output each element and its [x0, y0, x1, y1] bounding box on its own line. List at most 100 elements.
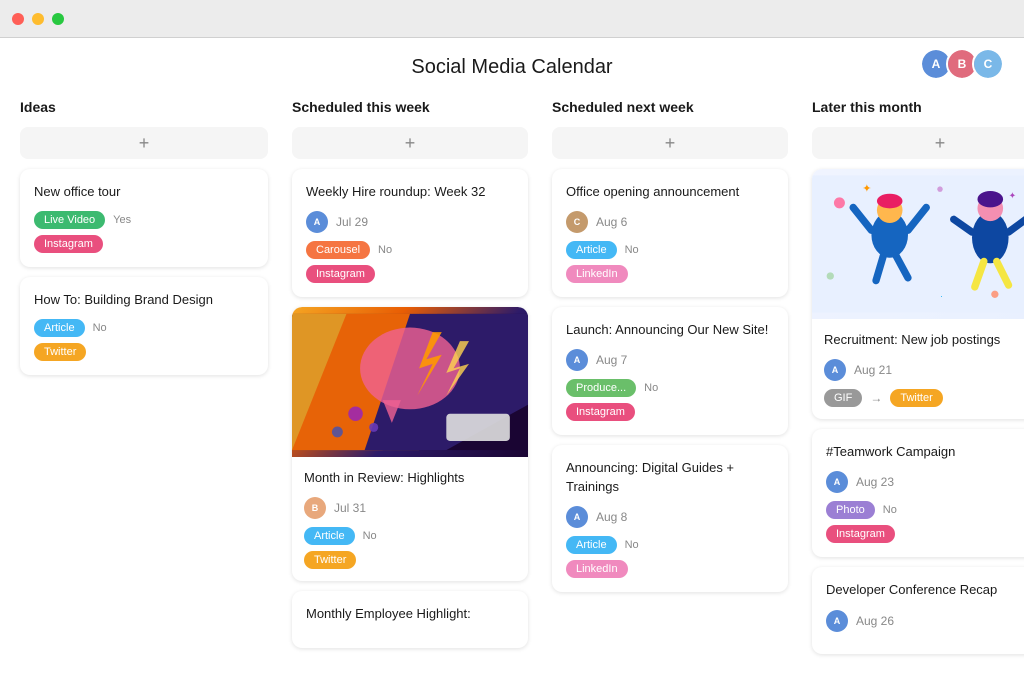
tag-article[interactable]: Article — [34, 319, 85, 337]
card-meta: A Aug 21 — [824, 359, 1024, 381]
card-date: Aug 8 — [596, 510, 627, 524]
minimize-button[interactable] — [32, 13, 44, 25]
card-date: Aug 6 — [596, 215, 627, 229]
card-tags: Live Video Yes — [34, 211, 254, 229]
card-meta: A Jul 29 — [306, 211, 514, 233]
user-avatar: A — [824, 359, 846, 381]
card-title: Office opening announcement — [566, 183, 774, 201]
recruitment-illustration: ✦ ✦ · — [812, 169, 1024, 319]
tag-article[interactable]: Article — [566, 536, 617, 554]
card-meta: C Aug 6 — [566, 211, 774, 233]
card-digital-guides: Announcing: Digital Guides + Trainings A… — [552, 445, 788, 591]
tag-carousel[interactable]: Carousel — [306, 241, 370, 259]
column-header-scheduled-next-week: Scheduled next week — [552, 99, 788, 117]
tag-no: No — [363, 530, 377, 542]
tag-twitter[interactable]: Twitter — [34, 343, 86, 361]
card-body-recruitment: Recruitment: New job postings A Aug 21 G… — [812, 319, 1024, 419]
user-avatar: A — [306, 211, 328, 233]
card-title: Launch: Announcing Our New Site! — [566, 321, 774, 339]
tag-article[interactable]: Article — [304, 527, 355, 545]
card-weekly-hire: Weekly Hire roundup: Week 32 A Jul 29 Ca… — [292, 169, 528, 297]
card-tags: GIF → Twitter — [824, 389, 1024, 407]
card-office-opening: Office opening announcement C Aug 6 Arti… — [552, 169, 788, 297]
card-tags: Article No — [566, 536, 774, 554]
card-date: Aug 23 — [856, 475, 894, 489]
card-title: Month in Review: Highlights — [304, 469, 516, 487]
column-later-this-month: Later this month + — [800, 99, 1024, 687]
recruitment-svg: ✦ ✦ · — [812, 169, 1024, 319]
board: Ideas + New office tour Live Video Yes I… — [0, 89, 1024, 697]
card-title: How To: Building Brand Design — [34, 291, 254, 309]
user-avatar: B — [304, 497, 326, 519]
column-header-ideas: Ideas — [20, 99, 268, 117]
card-month-review: Month in Review: Highlights B Jul 31 Art… — [292, 307, 528, 581]
tag-no: No — [93, 322, 107, 334]
card-title: Announcing: Digital Guides + Trainings — [566, 459, 774, 495]
card-meta: A Aug 23 — [826, 471, 1024, 493]
card-title: Weekly Hire roundup: Week 32 — [306, 183, 514, 201]
add-card-button-scheduled-week[interactable]: + — [292, 127, 528, 159]
tag-gif[interactable]: GIF — [824, 389, 862, 407]
card-tags: Article No — [304, 527, 516, 545]
card-meta: A Aug 8 — [566, 506, 774, 528]
svg-text:·: · — [940, 291, 943, 301]
card-meta: A Aug 26 — [826, 610, 1024, 632]
card-title: Developer Conference Recap — [826, 581, 1024, 599]
add-card-button-ideas[interactable]: + — [20, 127, 268, 159]
tag-live-video[interactable]: Live Video — [34, 211, 105, 229]
card-tags-2: Instagram — [566, 403, 774, 421]
card-tags: Produce... No — [566, 379, 774, 397]
avatar[interactable]: C — [972, 48, 1004, 80]
card-brand-design: How To: Building Brand Design Article No… — [20, 277, 268, 375]
tag-linkedin[interactable]: LinkedIn — [566, 560, 628, 578]
user-avatar: A — [566, 506, 588, 528]
user-avatar: A — [826, 610, 848, 632]
tag-no: No — [625, 244, 639, 256]
card-tags: Article No — [566, 241, 774, 259]
card-image-review — [292, 307, 528, 457]
title-bar — [0, 0, 1024, 38]
card-new-site: Launch: Announcing Our New Site! A Aug 7… — [552, 307, 788, 435]
tag-linkedin[interactable]: LinkedIn — [566, 265, 628, 283]
card-meta: B Jul 31 — [304, 497, 516, 519]
tag-no: No — [644, 382, 658, 394]
header: Social Media Calendar A B C — [0, 38, 1024, 89]
svg-text:✦: ✦ — [862, 183, 871, 195]
tag-produce[interactable]: Produce... — [566, 379, 636, 397]
tag-no: No — [625, 539, 639, 551]
review-illustration — [292, 307, 528, 457]
card-tags: Photo No — [826, 501, 1024, 519]
page-title: Social Media Calendar — [411, 56, 612, 79]
close-button[interactable] — [12, 13, 24, 25]
column-ideas: Ideas + New office tour Live Video Yes I… — [20, 99, 280, 687]
tag-instagram[interactable]: Instagram — [306, 265, 375, 283]
card-body-review: Month in Review: Highlights B Jul 31 Art… — [292, 457, 528, 581]
tag-twitter[interactable]: Twitter — [890, 389, 942, 407]
tag-instagram[interactable]: Instagram — [34, 235, 103, 253]
column-scheduled-this-week: Scheduled this week + Weekly Hire roundu… — [280, 99, 540, 687]
card-recruitment: ✦ ✦ · Recruitment: New job postings A Au… — [812, 169, 1024, 419]
tag-instagram[interactable]: Instagram — [566, 403, 635, 421]
card-tags-2: LinkedIn — [566, 560, 774, 578]
card-date: Jul 29 — [336, 215, 368, 229]
tag-photo[interactable]: Photo — [826, 501, 875, 519]
card-tags-2: Instagram — [826, 525, 1024, 543]
card-date: Jul 31 — [334, 501, 366, 515]
tag-no: No — [378, 244, 392, 256]
add-card-button-later[interactable]: + — [812, 127, 1024, 159]
card-tags-2: LinkedIn — [566, 265, 774, 283]
maximize-button[interactable] — [52, 13, 64, 25]
card-date: Aug 7 — [596, 353, 627, 367]
add-card-button-next-week[interactable]: + — [552, 127, 788, 159]
user-avatar: A — [566, 349, 588, 371]
card-tags: Article No — [34, 319, 254, 337]
tag-instagram[interactable]: Instagram — [826, 525, 895, 543]
card-teamwork: #Teamwork Campaign A Aug 23 Photo No Ins… — [812, 429, 1024, 557]
tag-twitter[interactable]: Twitter — [304, 551, 356, 569]
header-avatars: A B C — [920, 48, 1004, 80]
tag-article[interactable]: Article — [566, 241, 617, 259]
column-header-scheduled-week: Scheduled this week — [292, 99, 528, 117]
column-scheduled-next-week: Scheduled next week + Office opening ann… — [540, 99, 800, 687]
card-tags-2: Twitter — [34, 343, 254, 361]
card-title: #Teamwork Campaign — [826, 443, 1024, 461]
